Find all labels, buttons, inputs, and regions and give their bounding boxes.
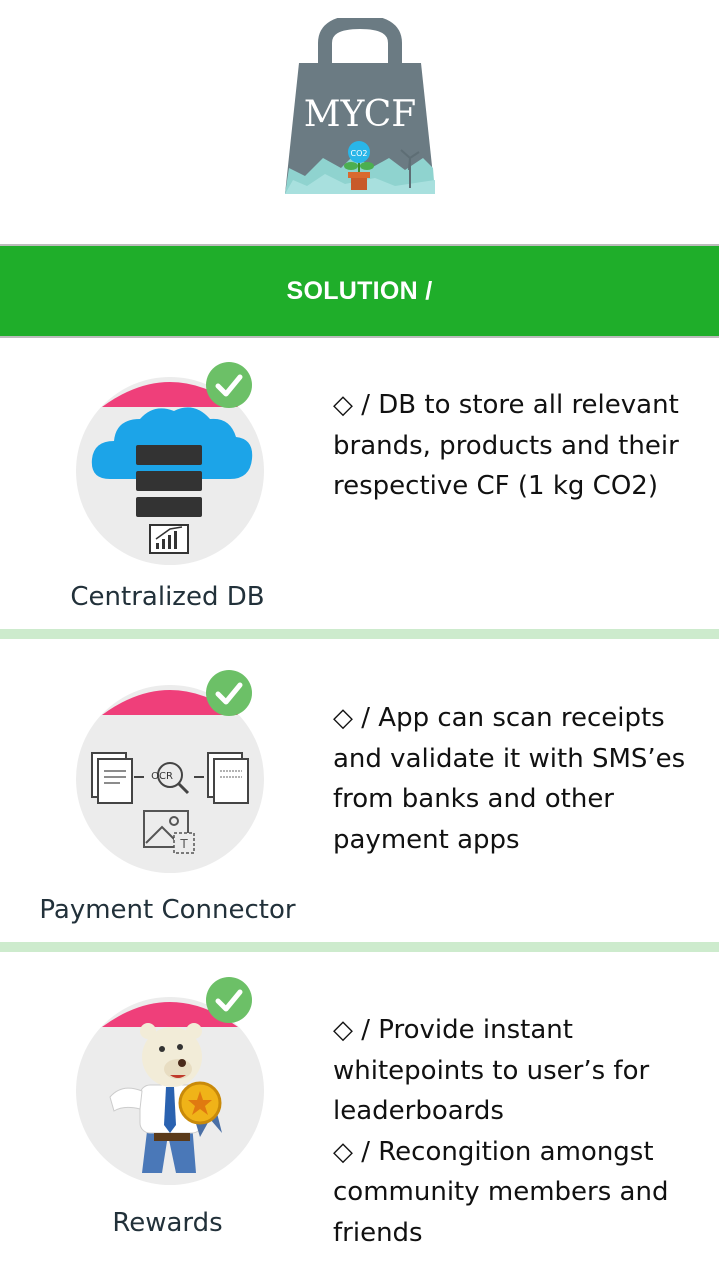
mycf-logo: MYCF CO2	[285, 15, 435, 198]
section-description: ◇ / App can scan receipts and validate i…	[333, 703, 686, 855]
check-icon	[206, 670, 252, 716]
check-icon	[206, 362, 252, 408]
svg-text:CO2: CO2	[351, 149, 368, 158]
section-description: ◇ / Provide instant whitepoints to user’…	[333, 1015, 669, 1248]
banner-title: SOLUTION /	[286, 276, 433, 305]
solution-banner: SOLUTION /	[0, 244, 719, 338]
section-caption: Rewards	[112, 1208, 223, 1238]
svg-text:T: T	[179, 837, 188, 851]
section-caption: Payment Connector	[39, 895, 296, 925]
section-divider	[0, 942, 719, 952]
section-description: ◇ / DB to store all relevant brands, pro…	[333, 390, 679, 501]
section-caption: Centralized DB	[70, 582, 265, 612]
logo-text: MYCF	[304, 94, 417, 135]
check-icon	[206, 977, 252, 1023]
section-divider	[0, 629, 719, 639]
svg-text:OCR: OCR	[151, 771, 173, 782]
